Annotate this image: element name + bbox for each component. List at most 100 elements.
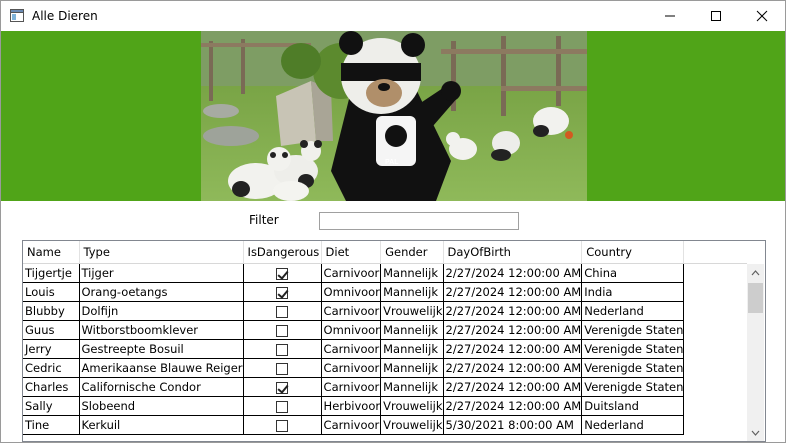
cell-gender[interactable]: Mannelijk <box>380 263 444 283</box>
maximize-button[interactable] <box>693 1 739 31</box>
cell-gender[interactable]: Mannelijk <box>380 282 444 302</box>
header-row: Name Type IsDangerous Diet Gender DayOfBirth C… <box>23 241 685 264</box>
cell-name[interactable]: Blubby <box>23 301 80 321</box>
animals-table: Name Type IsDangerous Diet Gender DayOfBirth C… <box>23 241 685 435</box>
cell-country[interactable]: Verenigde Staten <box>581 377 685 397</box>
cell-country[interactable]: Duitsland <box>581 396 685 416</box>
cell-gender[interactable]: Mannelijk <box>380 358 444 378</box>
cell-dob[interactable]: 2/27/2024 12:00:00 AM <box>443 301 583 321</box>
isdangerous-checkbox[interactable] <box>276 419 289 432</box>
cell-type[interactable]: Witborstboomklever <box>79 320 244 340</box>
cell-country[interactable]: Verenigde Staten <box>581 358 685 378</box>
cell-dob[interactable]: 2/27/2024 12:00:00 AM <box>443 339 583 359</box>
cell-name[interactable]: Cedric <box>23 358 80 378</box>
close-button[interactable] <box>739 1 785 31</box>
filter-input[interactable] <box>319 212 519 230</box>
table-row[interactable]: Louis Orang-oetangs Omnivoor Mannelijk 2/27/… <box>23 282 685 302</box>
cell-gender[interactable]: Mannelijk <box>380 320 444 340</box>
column-header-gender[interactable]: Gender <box>380 241 444 264</box>
cell-diet[interactable]: Omnivoor <box>321 320 382 340</box>
isdangerous-checkbox[interactable] <box>276 343 289 356</box>
cell-gender[interactable]: Mannelijk <box>380 377 444 397</box>
cell-dob[interactable]: 2/27/2024 12:00:00 AM <box>443 358 583 378</box>
column-header-name[interactable]: Name <box>23 241 80 264</box>
cell-isdangerous <box>243 377 322 397</box>
cell-dob[interactable]: 2/27/2024 12:00:00 AM <box>443 320 583 340</box>
cell-dob[interactable]: 2/27/2024 12:00:00 AM <box>443 282 583 302</box>
animals-datagrid[interactable]: Name Type IsDangerous Diet Gender DayOfBirth C… <box>22 240 766 442</box>
cell-diet[interactable]: Carnivoor <box>321 301 382 321</box>
isdangerous-checkbox[interactable] <box>276 362 289 375</box>
isdangerous-checkbox[interactable] <box>276 324 289 337</box>
cell-type[interactable]: Kerkuil <box>79 415 244 435</box>
cell-dob[interactable]: 2/27/2024 12:00:00 AM <box>443 396 583 416</box>
main-window: Alle Dieren PAL Filter Name Type IsDange… <box>0 0 786 443</box>
cell-diet[interactable]: Carnivoor <box>321 377 382 397</box>
cell-country[interactable]: Nederland <box>581 301 685 321</box>
cell-country[interactable]: Verenigde Staten <box>581 320 685 340</box>
cell-gender[interactable]: Vrouwelijk <box>380 301 444 321</box>
scroll-down-button[interactable] <box>747 424 764 441</box>
column-header-dayofbirth[interactable]: DayOfBirth <box>443 241 583 264</box>
table-row[interactable]: Tijgertje Tijger Carnivoor Mannelijk 2/27/20… <box>23 263 685 283</box>
cell-type[interactable]: Gestreepte Bosuil <box>79 339 244 359</box>
app-window-icon <box>10 9 24 22</box>
cell-country[interactable]: Verenigde Staten <box>581 339 685 359</box>
cell-name[interactable]: Charles <box>23 377 80 397</box>
cell-gender[interactable]: Mannelijk <box>380 339 444 359</box>
cell-gender[interactable]: Vrouwelijk <box>380 415 444 435</box>
table-row[interactable]: Blubby Dolfijn Carnivoor Vrouwelijk 2/27/202… <box>23 301 685 321</box>
cell-name[interactable]: Tijgertje <box>23 263 80 283</box>
cell-diet[interactable]: Carnivoor <box>321 339 382 359</box>
table-row[interactable]: Sally Slobeend Herbivoor Vrouwelijk 2/27/202… <box>23 396 685 416</box>
isdangerous-checkbox[interactable] <box>276 305 289 318</box>
cell-name[interactable]: Sally <box>23 396 80 416</box>
cell-gender[interactable]: Vrouwelijk <box>380 396 444 416</box>
column-header-isdangerous[interactable]: IsDangerous <box>243 241 322 264</box>
cell-dob[interactable]: 2/27/2024 12:00:00 AM <box>443 263 583 283</box>
cell-dob[interactable]: 2/27/2024 12:00:00 AM <box>443 377 583 397</box>
cell-name[interactable]: Jerry <box>23 339 80 359</box>
isdangerous-checkbox[interactable] <box>276 267 289 280</box>
cell-name[interactable]: Tine <box>23 415 80 435</box>
close-icon <box>756 10 768 22</box>
cell-diet[interactable]: Carnivoor <box>321 263 382 283</box>
isdangerous-checkbox[interactable] <box>276 286 289 299</box>
title-bar[interactable]: Alle Dieren <box>1 1 785 31</box>
cell-country[interactable]: China <box>581 263 685 283</box>
cell-country[interactable]: Nederland <box>581 415 685 435</box>
cell-type[interactable]: Tijger <box>79 263 244 283</box>
column-header-diet[interactable]: Diet <box>321 241 382 264</box>
cell-type[interactable]: Slobeend <box>79 396 244 416</box>
table-row[interactable]: Cedric Amerikaanse Blauwe Reiger Carnivoor… <box>23 358 685 378</box>
cell-type[interactable]: Dolfijn <box>79 301 244 321</box>
cell-isdangerous <box>243 415 322 435</box>
mascot-badge-text: PAL <box>385 159 399 166</box>
cell-isdangerous <box>243 396 322 416</box>
window-title: Alle Dieren <box>32 9 98 23</box>
cell-name[interactable]: Guus <box>23 320 80 340</box>
table-row[interactable]: Guus Witborstboomklever Omnivoor Mannelijk 2… <box>23 320 685 340</box>
cell-isdangerous <box>243 358 322 378</box>
table-row[interactable]: Charles Californische Condor Carnivoor Mann… <box>23 377 685 397</box>
cell-diet[interactable]: Herbivoor <box>321 396 382 416</box>
vertical-scrollbar[interactable] <box>747 264 764 441</box>
isdangerous-checkbox[interactable] <box>276 381 289 394</box>
cell-name[interactable]: Louis <box>23 282 80 302</box>
cell-type[interactable]: Californische Condor <box>79 377 244 397</box>
table-row[interactable]: Tine Kerkuil Carnivoor Vrouwelijk 5/30/2021 … <box>23 415 685 435</box>
scroll-thumb[interactable] <box>748 283 763 313</box>
cell-diet[interactable]: Omnivoor <box>321 282 382 302</box>
column-header-type[interactable]: Type <box>79 241 244 264</box>
header-banner: PAL <box>1 31 785 201</box>
table-row[interactable]: Jerry Gestreepte Bosuil Carnivoor Mannelijk… <box>23 339 685 359</box>
isdangerous-checkbox[interactable] <box>276 400 289 413</box>
scroll-up-button[interactable] <box>747 264 764 281</box>
cell-country[interactable]: India <box>581 282 685 302</box>
cell-diet[interactable]: Carnivoor <box>321 358 382 378</box>
cell-dob[interactable]: 5/30/2021 8:00:00 AM <box>443 415 583 435</box>
cell-diet[interactable]: Carnivoor <box>321 415 382 435</box>
minimize-button[interactable] <box>647 1 693 31</box>
cell-type[interactable]: Orang-oetangs <box>79 282 244 302</box>
cell-type[interactable]: Amerikaanse Blauwe Reiger <box>79 358 244 378</box>
